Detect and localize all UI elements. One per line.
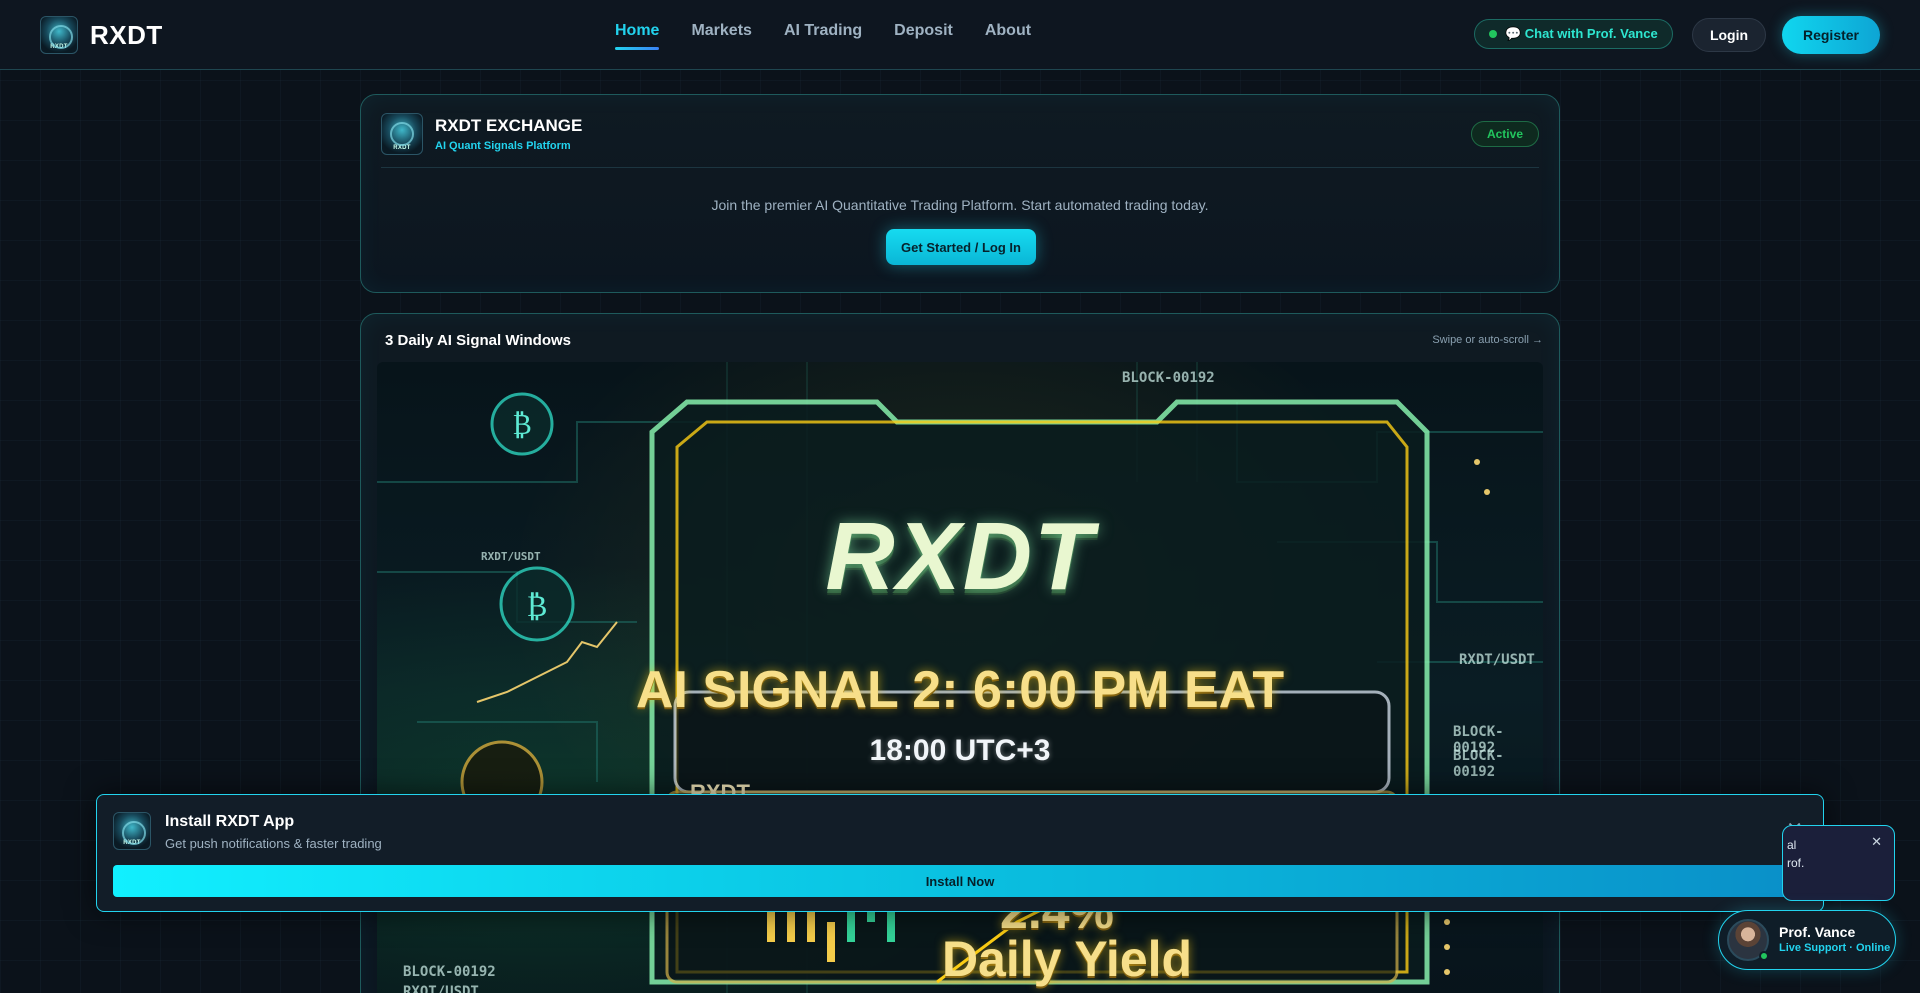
banner-brand-text: RXDT <box>825 503 1095 610</box>
exchange-logo-icon: RXDT <box>381 113 423 155</box>
exchange-header: RXDT RXDT EXCHANGE AI Quant Signals Plat… <box>381 113 582 155</box>
card-divider <box>381 167 1539 168</box>
chat-preview-message[interactable]: al rof. ✕ <box>1782 825 1895 901</box>
swipe-hint: Swipe or auto-scroll → <box>1432 334 1543 346</box>
exchange-description: Join the premier AI Quantitative Trading… <box>711 197 1209 213</box>
support-status: Live Support · Online <box>1779 942 1891 954</box>
exchange-subtitle: AI Quant Signals Platform <box>435 140 571 152</box>
chat-preview-close-icon[interactable]: ✕ <box>1871 834 1882 850</box>
banner-label-block-top: BLOCK-00192 <box>1122 370 1215 386</box>
nav-item-ai-trading[interactable]: AI Trading <box>784 22 862 50</box>
exchange-heading: RXDT EXCHANGE AI Quant Signals Platform <box>435 116 582 152</box>
nav-item-home[interactable]: Home <box>615 22 660 50</box>
banner-utc-time: 18:00 UTC+3 <box>869 734 1051 767</box>
chat-button-label: 💬 Chat with Prof. Vance <box>1505 26 1658 41</box>
get-started-button[interactable]: Get Started / Log In <box>886 229 1036 265</box>
banner-signal-time: AI SIGNAL 2: 6:00 PM EAT <box>635 661 1285 719</box>
brand[interactable]: RXDT RXDT <box>40 16 163 54</box>
exchange-card: RXDT RXDT EXCHANGE AI Quant Signals Plat… <box>360 94 1560 293</box>
install-title: Install RXDT App <box>165 813 295 830</box>
brand-name: RXDT <box>90 19 163 50</box>
nav-item-about[interactable]: About <box>985 22 1031 50</box>
install-app-logo-icon: RXDT <box>113 812 151 850</box>
banner-yield-label: Daily Yield <box>941 931 1193 987</box>
top-navbar: RXDT RXDT Home Markets AI Trading Deposi… <box>0 0 1920 70</box>
banner-label-block-bl: BLOCK-00192 <box>403 964 496 980</box>
svg-text:₿: ₿ <box>512 408 531 441</box>
main-menu: Home Markets AI Trading Deposit About <box>615 22 1031 50</box>
install-app-prompt: RXDT Install RXDT App Get push notificat… <box>96 794 1824 912</box>
nav-item-deposit[interactable]: Deposit <box>894 22 953 50</box>
online-status-icon <box>1759 951 1769 961</box>
signals-title: 3 Daily AI Signal Windows <box>385 332 572 349</box>
nav-item-markets[interactable]: Markets <box>691 22 751 50</box>
banner-label-pair-bl: RXOT/USDT <box>403 984 479 993</box>
install-subtitle: Get push notifications & faster trading <box>165 836 382 851</box>
brand-logo-icon: RXDT <box>40 16 78 54</box>
chat-with-prof-button[interactable]: 💬 Chat with Prof. Vance <box>1474 19 1673 49</box>
chat-preview-line1: al <box>1787 838 1797 852</box>
support-name: Prof. Vance <box>1779 924 1856 940</box>
chat-preview-line2: rof. <box>1787 856 1805 870</box>
status-badge: Active <box>1470 121 1539 147</box>
login-button[interactable]: Login <box>1692 18 1766 52</box>
install-now-button[interactable]: Install Now <box>113 865 1807 897</box>
online-dot-icon <box>1489 30 1497 38</box>
live-support-widget[interactable]: Prof. Vance Live Support · Online <box>1718 910 1896 970</box>
register-button[interactable]: Register <box>1782 16 1880 54</box>
exchange-title: RXDT EXCHANGE <box>435 116 583 135</box>
